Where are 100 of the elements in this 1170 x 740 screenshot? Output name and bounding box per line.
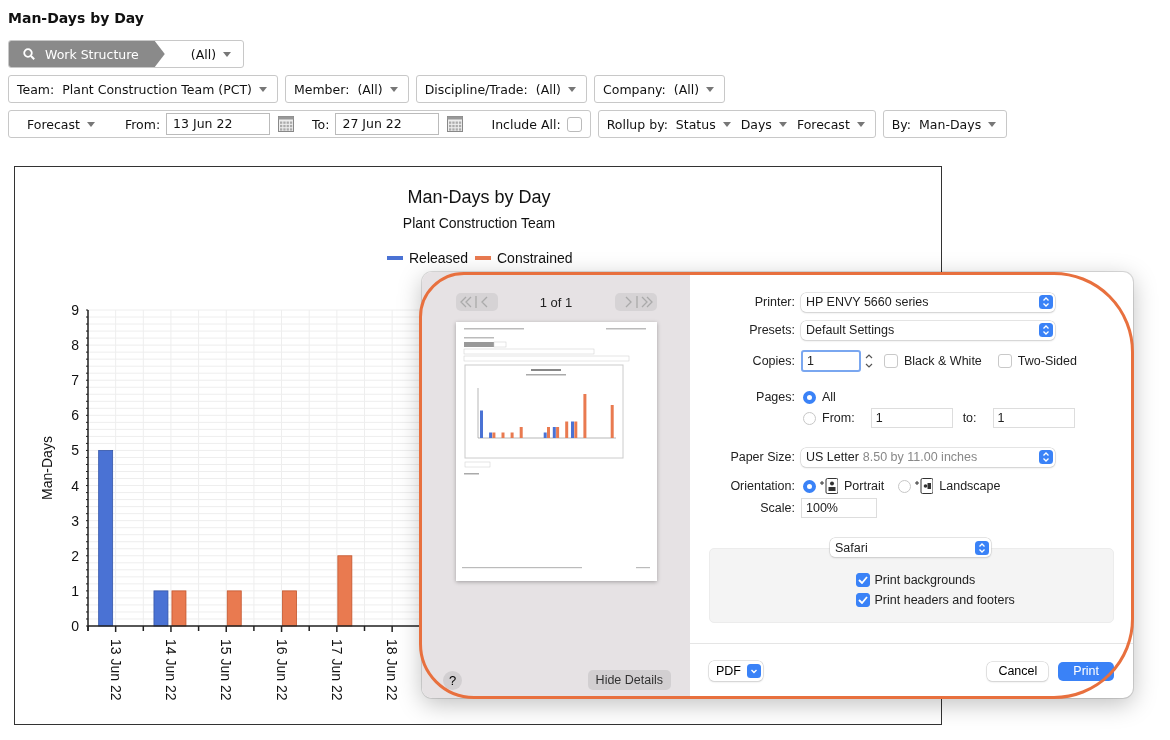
y-tick-label: 7 xyxy=(71,372,79,389)
radio-button[interactable] xyxy=(803,479,816,493)
chevron-down-icon xyxy=(747,664,761,678)
y-tick-label: 4 xyxy=(71,477,79,494)
field-label: Presets: xyxy=(748,323,796,337)
page-forward-button[interactable] xyxy=(614,293,657,311)
cancel-button[interactable]: Cancel xyxy=(987,661,1049,681)
field-label: Pages: xyxy=(755,390,796,404)
date-field[interactable]: 27 Jun 22 xyxy=(335,113,440,135)
page-from-field[interactable]: 1 xyxy=(870,408,953,428)
option-label: Black & White xyxy=(904,354,982,368)
stepper-icon xyxy=(1039,295,1053,309)
section-select[interactable]: Safari xyxy=(830,538,991,557)
dropdown[interactable]: Days xyxy=(738,116,789,132)
field-label: Paper Size: xyxy=(729,450,796,464)
dropdown[interactable]: Forecast xyxy=(794,116,867,132)
y-tick-label: 6 xyxy=(71,407,79,424)
dropdown[interactable]: Status xyxy=(673,116,733,132)
caret-icon xyxy=(722,121,731,127)
checkbox[interactable] xyxy=(884,354,898,368)
radio-button[interactable] xyxy=(803,411,816,425)
print-button[interactable]: Print xyxy=(1058,661,1114,681)
landscape-icon xyxy=(915,478,934,494)
option-label: Print headers and footers xyxy=(874,593,1015,607)
chart-subtitle: Plant Construction Team xyxy=(402,215,556,231)
presets-select[interactable]: Default Settings xyxy=(801,320,1055,340)
legend-item[interactable]: Released xyxy=(387,250,469,266)
field-label: Orientation: xyxy=(729,479,796,493)
radio-button[interactable] xyxy=(898,479,912,493)
date-field[interactable]: 13 Jun 22 xyxy=(166,113,271,135)
page-title: Man-Days by Day xyxy=(8,10,145,26)
help-button[interactable]: ? xyxy=(443,670,462,690)
y-tick-label: 9 xyxy=(71,302,79,318)
caret-icon xyxy=(223,51,232,57)
hide-details-button[interactable]: Hide Details xyxy=(587,670,671,690)
filter-label: Include All: xyxy=(491,116,561,132)
filter-label: Team: xyxy=(17,81,55,97)
filter-label: Discipline/Trade: xyxy=(424,81,528,97)
checkbox[interactable] xyxy=(566,116,582,132)
field-label: Scale: xyxy=(759,501,796,515)
page-to-field[interactable]: 1 xyxy=(992,408,1075,428)
option-label: Print backgrounds xyxy=(874,573,976,587)
option-label: Landscape xyxy=(939,479,1001,493)
filter-label: Company: xyxy=(603,81,666,97)
field-label: Printer: xyxy=(753,295,796,309)
bar xyxy=(153,590,169,627)
y-tick-label: 0 xyxy=(71,618,79,634)
x-tick-label: 18 Jun 22 xyxy=(384,639,401,701)
checkbox[interactable] xyxy=(855,573,870,587)
x-tick-label: 17 Jun 22 xyxy=(328,639,345,701)
page-count: 1 of 1 xyxy=(539,294,573,310)
dropdown[interactable]: (All) xyxy=(533,81,578,97)
page-back-button[interactable] xyxy=(455,293,498,311)
checkbox[interactable] xyxy=(997,354,1012,368)
bar xyxy=(171,590,187,627)
option-label: to: xyxy=(962,411,977,425)
y-axis-title: Man-Days xyxy=(39,436,55,500)
dropdown[interactable]: Forecast xyxy=(25,116,97,132)
paper-size-select[interactable]: US Letter 8.50 by 11.00 inches xyxy=(801,447,1055,467)
legend-item[interactable]: Constrained xyxy=(475,250,573,266)
y-tick-label: 3 xyxy=(71,512,79,529)
dropdown[interactable]: (All) xyxy=(188,46,234,62)
caret-icon xyxy=(856,121,865,127)
chart-title: Man-Days by Day xyxy=(407,187,551,207)
filter-label: From: xyxy=(124,116,161,132)
caret-icon xyxy=(706,86,715,92)
legend-label: Constrained xyxy=(497,250,573,266)
option-label: All xyxy=(822,390,836,404)
filter-label: Member: xyxy=(293,81,350,97)
caret-icon xyxy=(778,121,787,127)
copies-field[interactable]: 1 xyxy=(801,350,861,372)
x-tick-label: 15 Jun 22 xyxy=(218,639,235,701)
filter-label: To: xyxy=(312,116,330,132)
filter-label: By: xyxy=(891,116,912,132)
dropdown[interactable]: (All) xyxy=(671,81,717,97)
y-tick-label: 5 xyxy=(71,442,79,459)
y-tick-label: 2 xyxy=(71,547,79,564)
caret-icon xyxy=(389,86,398,92)
checkbox[interactable] xyxy=(855,593,870,607)
caret-icon xyxy=(988,121,997,127)
dropdown[interactable]: Man-Days xyxy=(917,116,999,132)
option-label: From: xyxy=(822,411,855,425)
bar xyxy=(226,590,242,627)
printer-select[interactable]: HP ENVY 5660 series xyxy=(801,292,1055,312)
pdf-menu-button[interactable]: PDF xyxy=(709,661,763,681)
radio-button[interactable] xyxy=(803,390,816,404)
calendar-icon xyxy=(278,116,295,132)
dropdown[interactable]: (All) xyxy=(355,81,400,97)
option-label: Portrait xyxy=(844,479,885,493)
search-icon xyxy=(23,48,35,60)
bar xyxy=(282,590,297,627)
dropdown[interactable]: Plant Construction Team (PCT) xyxy=(60,81,269,97)
field-label: Copies: xyxy=(751,354,796,368)
stepper-icon xyxy=(975,540,989,555)
scale-field[interactable]: 100% xyxy=(801,498,877,518)
calendar-icon xyxy=(447,116,464,132)
legend-label: Released xyxy=(409,250,469,266)
x-tick-label: 13 Jun 22 xyxy=(107,639,124,701)
y-tick-label: 1 xyxy=(71,582,79,599)
caret-icon xyxy=(568,86,576,92)
